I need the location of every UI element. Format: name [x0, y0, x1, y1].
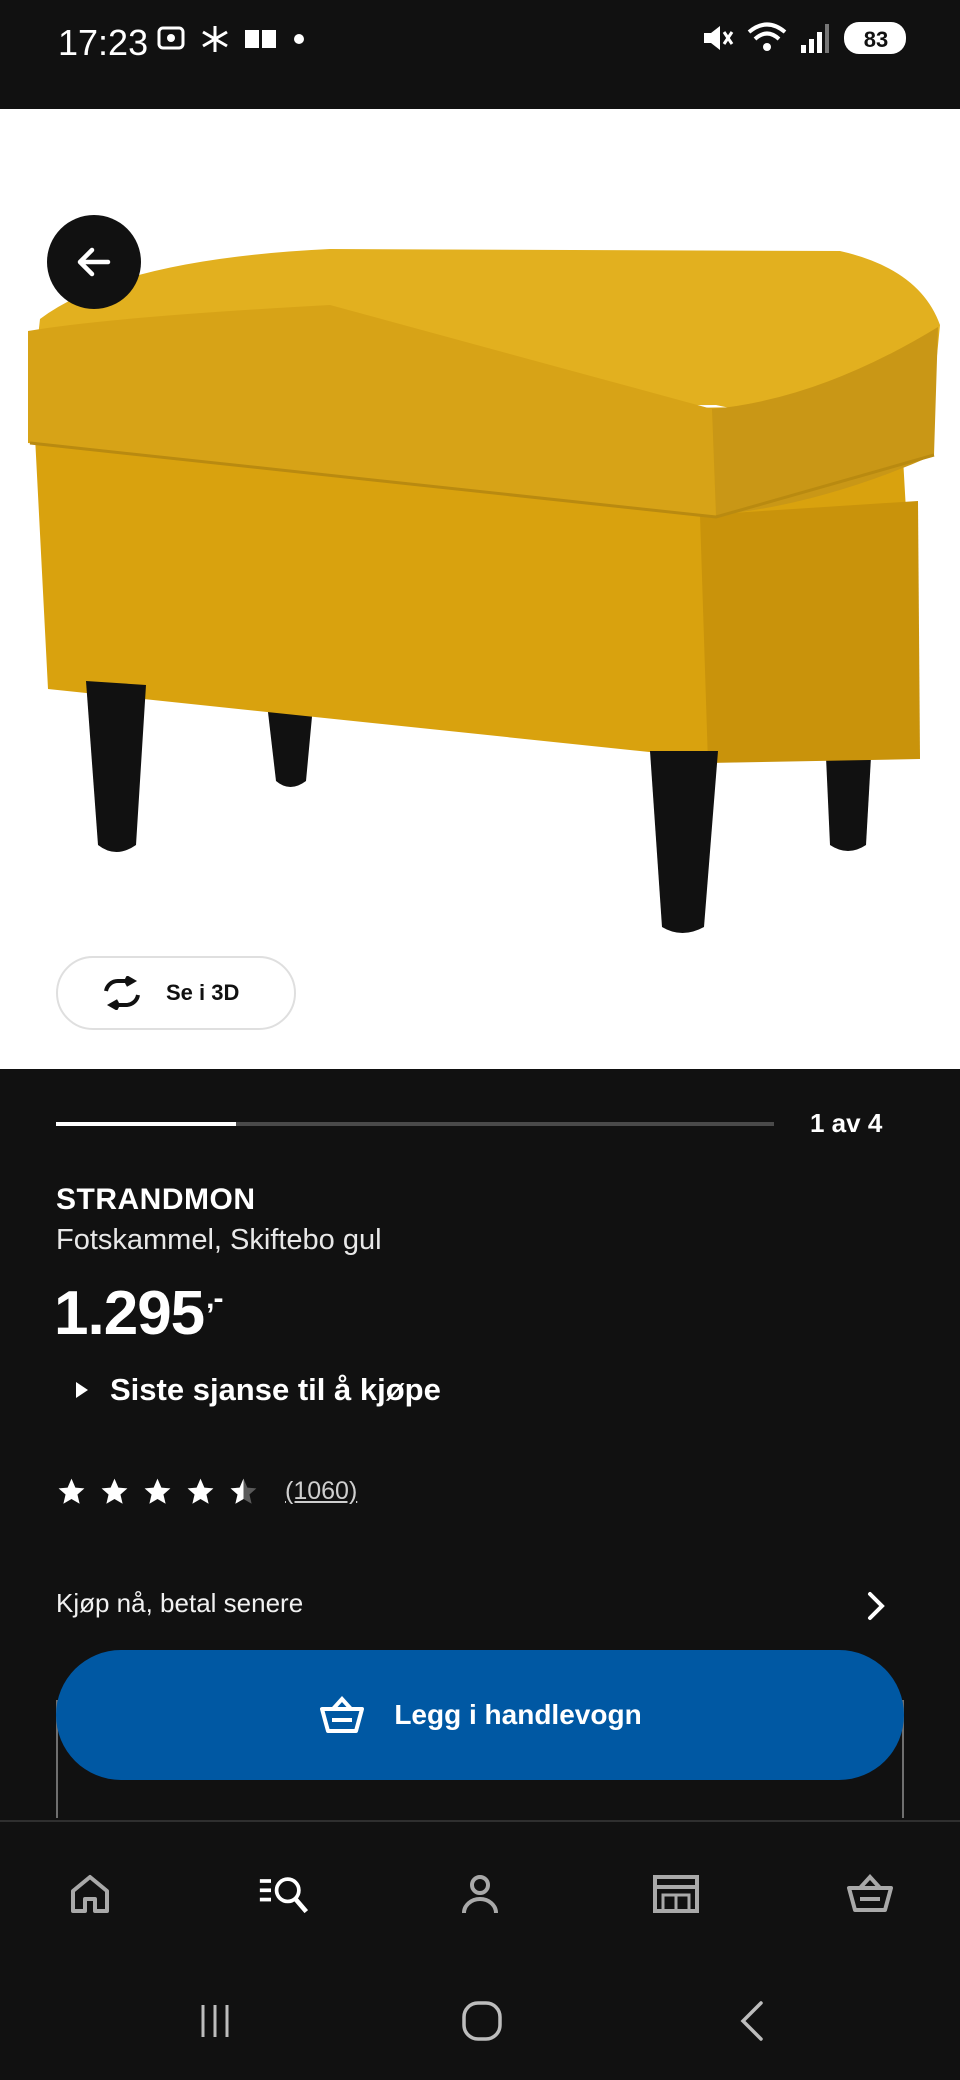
pay-later-link[interactable]: Kjøp nå, betal senere: [56, 1588, 303, 1619]
status-bar: 17:23 83: [0, 0, 960, 109]
dot-icon: [294, 34, 304, 44]
gallery-progress: [56, 1122, 774, 1126]
status-time: 17:23: [58, 22, 149, 63]
mute-icon: [704, 26, 734, 50]
star-icon: [144, 1478, 171, 1504]
triangle-right-icon: [76, 1382, 88, 1398]
basket-icon: [320, 1696, 365, 1733]
view-3d-label: Se i 3D: [166, 980, 240, 1005]
star-icon: [58, 1478, 85, 1504]
search-list-icon: [259, 1877, 309, 1914]
product-description: Fotskammel, Skiftebo gul: [56, 1224, 382, 1256]
system-navigation-bar: [0, 1960, 960, 2080]
recents-icon: [201, 2005, 229, 2037]
add-to-cart-button[interactable]: Legg i handlevogn: [56, 1650, 904, 1780]
view-3d-button[interactable]: Se i 3D: [56, 956, 296, 1030]
star-icon: [101, 1478, 128, 1504]
product-image: [28, 249, 940, 933]
store-icon: [653, 1875, 699, 1913]
review-count-link[interactable]: (1060): [285, 1477, 357, 1506]
back-chevron-icon: [740, 2001, 763, 2041]
tab-store[interactable]: [650, 1868, 702, 1920]
home-circle-icon: [462, 2001, 502, 2041]
last-chance-label: Siste sjanse til å kjøpe: [110, 1372, 441, 1407]
profile-icon: [462, 1875, 498, 1914]
chevron-right-icon[interactable]: [862, 1588, 890, 1624]
rotate-icon: [104, 976, 140, 1010]
battery-icon: 83: [844, 22, 906, 54]
product-name: STRANDMON: [56, 1183, 256, 1216]
back-system-button[interactable]: [728, 1996, 778, 2046]
last-chance-toggle[interactable]: Siste sjanse til å kjøpe: [76, 1372, 441, 1408]
arrow-left-icon: [77, 247, 111, 277]
add-to-cart-label: Legg i handlevogn: [394, 1699, 642, 1730]
price-suffix: ,-: [206, 1282, 223, 1315]
tab-profile[interactable]: [454, 1868, 506, 1920]
recents-button[interactable]: [190, 1996, 240, 2046]
bottom-tab-bar: [0, 1820, 960, 1962]
screenshot-icon: [157, 26, 185, 50]
home-system-button[interactable]: [457, 1996, 507, 2046]
signal-icon: [801, 24, 829, 53]
gallery-counter: 1 av 4: [810, 1108, 883, 1138]
status-right-icons: 83: [700, 18, 912, 58]
snowflake-icon: [202, 26, 228, 52]
wifi-icon: [747, 22, 787, 51]
price: 1.295,-: [54, 1278, 224, 1349]
tab-home[interactable]: [64, 1868, 116, 1920]
star-icon: [187, 1478, 214, 1504]
home-icon: [71, 1875, 109, 1913]
gallery-progress-fill: [56, 1122, 236, 1126]
tab-search[interactable]: [258, 1868, 310, 1920]
rating[interactable]: (1060): [56, 1476, 357, 1507]
back-button[interactable]: [47, 215, 141, 309]
cart-icon: [847, 1874, 893, 1912]
star-half-icon: [230, 1478, 257, 1504]
product-image-area[interactable]: [0, 109, 960, 1069]
tab-cart[interactable]: [844, 1868, 896, 1920]
price-value: 1.295: [54, 1279, 205, 1348]
cards-icon: [245, 30, 276, 48]
svg-text:83: 83: [864, 27, 888, 52]
status-left-icons: [156, 24, 306, 54]
